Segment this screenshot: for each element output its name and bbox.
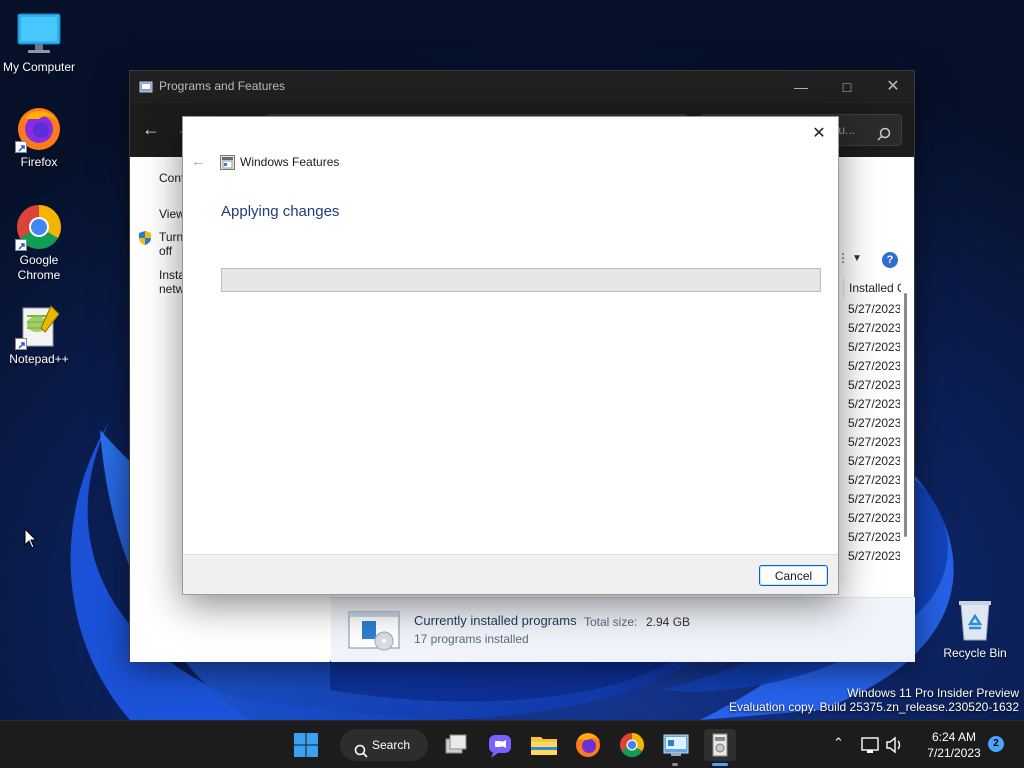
back-arrow-icon[interactable]: ← bbox=[191, 153, 206, 170]
link-line: netw bbox=[159, 282, 185, 296]
vertical-scrollbar[interactable] bbox=[904, 293, 907, 537]
watermark-line: Windows 11 Pro Insider Preview bbox=[847, 686, 1019, 700]
installed-on-cell[interactable]: 5/27/2023 bbox=[848, 319, 900, 338]
installed-on-cell[interactable]: 5/27/2023 bbox=[848, 528, 900, 547]
notepadpp-icon bbox=[15, 302, 63, 350]
column-header-installed-on[interactable]: Installed On bbox=[843, 278, 901, 298]
minimize-button[interactable]: — bbox=[778, 71, 824, 103]
chat-icon bbox=[489, 735, 511, 758]
search-label: Search bbox=[372, 738, 411, 752]
close-icon[interactable]: ✕ bbox=[807, 122, 831, 146]
windows-logo-icon bbox=[294, 733, 318, 757]
dialog-heading: Applying changes bbox=[221, 203, 340, 220]
window-titlebar[interactable]: Programs and Features — □ ✕ bbox=[130, 71, 914, 103]
link-line: off bbox=[159, 244, 173, 258]
folder-icon bbox=[531, 737, 557, 755]
installed-on-cell[interactable]: 5/27/2023 bbox=[848, 414, 900, 433]
evaluation-watermark: Windows 11 Pro Insider Preview Evaluatio… bbox=[729, 686, 1019, 714]
shortcut-arrow-icon bbox=[15, 338, 27, 350]
installed-on-column: 5/27/2023 5/27/2023 5/27/2023 5/27/2023 5/27… bbox=[848, 300, 900, 566]
chat-button[interactable] bbox=[484, 729, 516, 761]
notification-badge[interactable]: 2 bbox=[988, 736, 1004, 752]
chevron-down-icon[interactable]: ▼ bbox=[852, 253, 862, 264]
file-explorer-button[interactable] bbox=[528, 729, 560, 761]
installed-on-cell[interactable]: 5/27/2023 bbox=[848, 452, 900, 471]
installed-on-cell[interactable]: 5/27/2023 bbox=[848, 300, 900, 319]
chrome-icon bbox=[15, 203, 63, 251]
task-view-icon bbox=[445, 734, 467, 754]
desktop-icon-recycle-bin[interactable]: Recycle Bin bbox=[936, 596, 1014, 661]
desktop-icon-my-computer[interactable]: My Computer bbox=[0, 10, 78, 75]
taskbar-search-button[interactable]: Search bbox=[340, 729, 428, 761]
system-clock[interactable]: 6:24 AM 7/21/2023 bbox=[918, 729, 990, 761]
desktop-icon-label: Recycle Bin bbox=[943, 646, 1007, 660]
installed-on-cell[interactable]: 5/27/2023 bbox=[848, 547, 900, 566]
desktop-icon-notepadpp[interactable]: Notepad++ bbox=[0, 302, 78, 367]
dialog-title: Windows Features bbox=[240, 155, 340, 169]
running-indicator bbox=[672, 763, 678, 766]
help-icon[interactable]: ? bbox=[882, 252, 898, 268]
shortcut-arrow-icon bbox=[15, 141, 27, 153]
firefox-icon bbox=[15, 105, 63, 153]
total-size-label: Total size: bbox=[584, 615, 638, 629]
windows-features-icon bbox=[220, 155, 235, 170]
dialog-footer: Cancel bbox=[183, 554, 838, 594]
window-title: Programs and Features bbox=[159, 79, 286, 93]
control-panel-taskbar-button[interactable] bbox=[660, 729, 692, 761]
recycle-bin-icon bbox=[951, 596, 999, 644]
clock-time: 6:24 AM bbox=[931, 730, 977, 744]
network-icon[interactable] bbox=[860, 729, 880, 761]
shield-icon bbox=[137, 230, 153, 249]
programs-icon bbox=[348, 611, 400, 651]
link-line: Turn bbox=[159, 230, 184, 244]
status-panel: Currently installed programs Total size:… bbox=[331, 597, 915, 662]
setup-icon bbox=[712, 733, 728, 757]
installed-on-cell[interactable]: 5/27/2023 bbox=[848, 490, 900, 509]
total-size-value: 2.94 GB bbox=[646, 615, 691, 629]
back-arrow-icon[interactable]: ← bbox=[142, 119, 160, 140]
clock-date: 7/21/2023 bbox=[927, 746, 981, 760]
control-panel-icon bbox=[663, 734, 689, 756]
active-indicator bbox=[712, 763, 728, 766]
progress-bar bbox=[221, 268, 821, 292]
search-icon bbox=[877, 122, 891, 152]
status-title: Currently installed programs bbox=[414, 613, 577, 628]
chevron-up-icon[interactable]: ⌃ bbox=[833, 735, 844, 751]
firefox-icon bbox=[576, 733, 600, 757]
mouse-cursor-icon bbox=[24, 527, 38, 553]
installed-on-cell[interactable]: 5/27/2023 bbox=[848, 509, 900, 528]
control-panel-icon bbox=[139, 80, 153, 94]
desktop-icon-label: Google Chrome bbox=[17, 253, 61, 282]
chrome-icon bbox=[620, 733, 645, 758]
desktop-icon-label: Notepad++ bbox=[9, 352, 69, 366]
installed-on-cell[interactable]: 5/27/2023 bbox=[848, 338, 900, 357]
desktop-icon-firefox[interactable]: Firefox bbox=[0, 105, 78, 170]
installed-on-cell[interactable]: 5/27/2023 bbox=[848, 433, 900, 452]
windows-features-dialog[interactable]: ✕ ← Windows Features Applying changes Ca… bbox=[182, 116, 839, 595]
installed-on-cell[interactable]: 5/27/2023 bbox=[848, 395, 900, 414]
maximize-button[interactable]: □ bbox=[824, 71, 870, 103]
installed-on-cell[interactable]: 5/27/2023 bbox=[848, 471, 900, 490]
chrome-taskbar-button[interactable] bbox=[616, 729, 648, 761]
installed-on-cell[interactable]: 5/27/2023 bbox=[848, 357, 900, 376]
watermark-line: Evaluation copy. Build 25375.zn_release.… bbox=[729, 700, 1019, 714]
desktop-icon-label: My Computer bbox=[2, 60, 76, 74]
monitor-icon bbox=[15, 10, 63, 58]
task-view-button[interactable] bbox=[440, 729, 472, 761]
taskbar: Search ⌃ 6:24 AM 7/21/2023 2 bbox=[0, 720, 1024, 768]
search-icon bbox=[354, 738, 368, 768]
program-count: 17 programs installed bbox=[414, 632, 529, 646]
shortcut-arrow-icon bbox=[15, 239, 27, 251]
volume-icon[interactable] bbox=[884, 729, 904, 761]
installed-on-cell[interactable]: 5/27/2023 bbox=[848, 376, 900, 395]
start-button[interactable] bbox=[290, 729, 322, 761]
firefox-taskbar-button[interactable] bbox=[572, 729, 604, 761]
desktop-icon-label: Firefox bbox=[20, 155, 58, 169]
close-button[interactable]: ✕ bbox=[870, 71, 916, 103]
desktop-icon-google-chrome[interactable]: Google Chrome bbox=[0, 203, 78, 283]
windows-features-taskbar-button[interactable] bbox=[704, 729, 736, 761]
cancel-button[interactable]: Cancel bbox=[759, 565, 828, 586]
